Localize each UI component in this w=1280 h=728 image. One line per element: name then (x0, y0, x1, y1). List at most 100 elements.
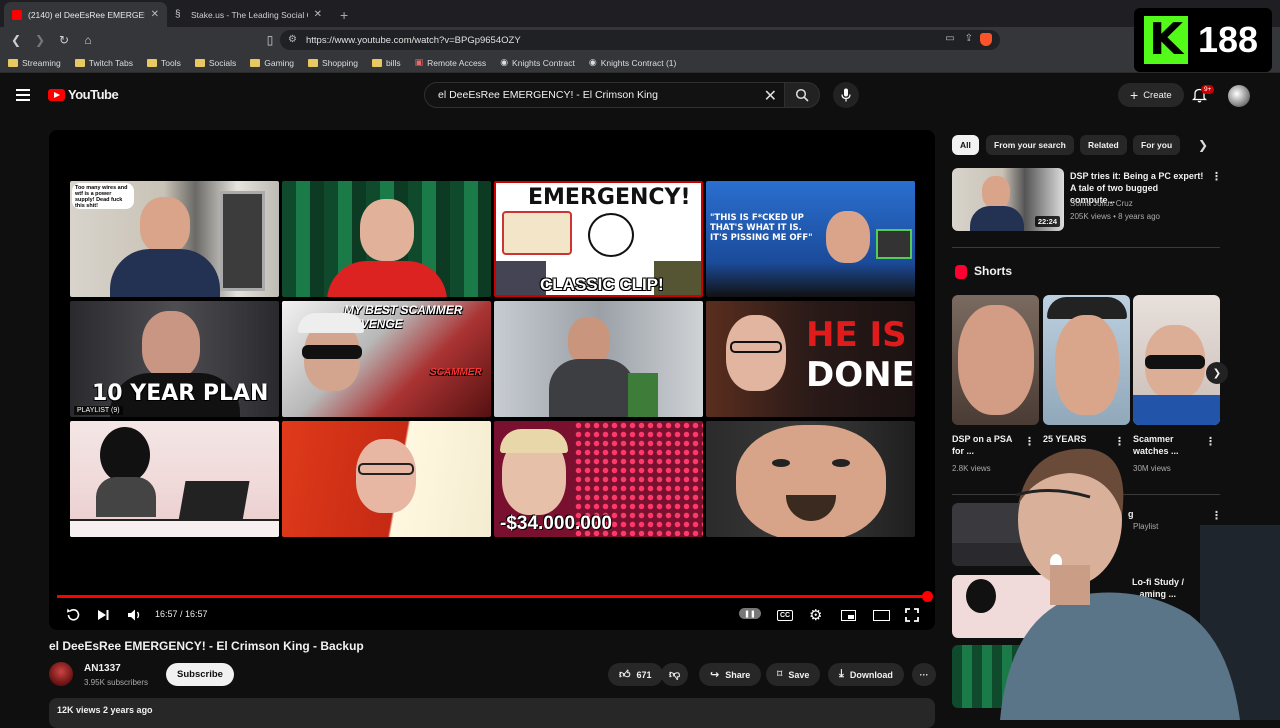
search-button[interactable] (784, 82, 820, 108)
share-button[interactable]: ↪ Share (699, 663, 762, 686)
download-button[interactable]: ⤓ Download (828, 663, 904, 686)
bookmark-knights-contract[interactable]: ◉ Knights Contract (500, 57, 575, 68)
thumbnail-green-crowd[interactable] (282, 181, 491, 297)
captions-button[interactable]: CC (777, 606, 794, 624)
bookmark-knights-contract-1[interactable]: ◉ Knights Contract (1) (589, 57, 676, 68)
subscribe-button[interactable]: Subscribe (166, 663, 234, 686)
thumbnail-emergency[interactable]: EMERGENCY! CLASSIC CLIP! (494, 181, 703, 297)
theater-mode-icon[interactable] (873, 606, 890, 624)
folder-icon (250, 58, 261, 67)
bookmark-gaming[interactable]: Gaming (250, 58, 294, 68)
plus-icon: + (1130, 87, 1139, 103)
create-button[interactable]: + Create (1118, 83, 1184, 107)
more-vertical-icon[interactable]: ⋮ (1211, 170, 1222, 183)
streamer-figure (1000, 448, 1280, 720)
thumbnail-plinko[interactable]: -$34.000.000 (494, 421, 703, 537)
channel-name[interactable]: AN1337 (84, 663, 121, 674)
views-and-date: 12K views 2 years ago (57, 705, 153, 715)
forward-button[interactable]: ❯ (30, 30, 50, 50)
thumbnail-porch[interactable] (494, 301, 703, 417)
fullscreen-icon[interactable] (905, 606, 919, 624)
short-thumbnail-3[interactable] (1133, 295, 1220, 425)
thumbnail-old-man[interactable] (282, 421, 491, 537)
cartoon-head-shape (588, 213, 634, 257)
progress-bar[interactable] (57, 591, 933, 602)
miniplayer-icon[interactable] (841, 606, 856, 624)
thumbnail-ten-year-plan[interactable]: 10 YEAR PLAN PLAYLIST (9) (70, 301, 279, 417)
shirt-shape (1133, 395, 1220, 425)
bookmarks-bar: Streaming Twitch Tabs Tools Socials Gami… (0, 53, 1280, 73)
volume-icon[interactable] (127, 606, 143, 624)
bookmark-socials[interactable]: Socials (194, 58, 236, 68)
microphone-icon (841, 88, 851, 102)
dsp-face (142, 311, 200, 379)
done-caption: DONE (806, 355, 915, 395)
video-player[interactable]: Too many wires and wtf is a power supply… (49, 130, 935, 630)
channel-avatar[interactable] (49, 662, 73, 686)
folder-icon (194, 58, 205, 67)
autoplay-toggle[interactable]: ❚❚ (739, 608, 761, 619)
chip-all[interactable]: All (952, 135, 979, 155)
menu-icon[interactable] (16, 89, 30, 101)
recommended-channel[interactable]: Soma Julius Cruz (1070, 199, 1133, 208)
next-icon[interactable] (96, 606, 110, 624)
bookmark-page-icon[interactable]: ▯ (260, 30, 280, 50)
short-title-2[interactable]: 25 YEARS (1043, 433, 1086, 445)
bookmark-tools[interactable]: Tools (147, 58, 181, 68)
bookmark-twitch-tabs[interactable]: Twitch Tabs (74, 58, 133, 68)
browser-tab-youtube[interactable]: (2140) el DeeEsRee EMERGENCY ✕ (4, 2, 167, 27)
glasses-shape (730, 341, 782, 353)
notification-count-badge: 9+ (1201, 85, 1215, 94)
bookmark-remote-access[interactable]: ▣ Remote Access (415, 57, 487, 68)
clear-search-icon[interactable]: ✕ (764, 86, 777, 106)
emergency-caption: EMERGENCY! (528, 185, 691, 210)
youtube-logo[interactable]: YouTube (48, 87, 119, 102)
save-button[interactable]: ⌑ Save (766, 663, 821, 686)
browser-tab-stake[interactable]: § Stake.us - The Leading Social Casino ✕ (167, 2, 330, 27)
close-tab-icon[interactable]: ✕ (314, 9, 322, 20)
divider (952, 247, 1220, 248)
bookmark-streaming[interactable]: Streaming (8, 58, 61, 68)
thumbnail-he-is-done[interactable]: HE IS DONE (706, 301, 915, 417)
chip-related[interactable]: Related (1080, 135, 1127, 155)
back-button[interactable]: ❮ (6, 30, 26, 50)
eye-right (832, 459, 850, 467)
shorts-next-button[interactable]: ❯ (1206, 362, 1228, 384)
close-tab-icon[interactable]: ✕ (151, 9, 159, 20)
bookmark-shopping[interactable]: Shopping (308, 58, 358, 68)
desk-shape (70, 519, 279, 537)
thumbnail-closeup[interactable] (706, 421, 915, 537)
account-avatar[interactable] (1228, 85, 1250, 107)
short-thumbnail-2[interactable] (1043, 295, 1130, 425)
chevron-right-icon[interactable]: ❯ (1198, 138, 1208, 152)
short-thumbnail-1[interactable] (952, 295, 1039, 425)
voice-search-button[interactable] (833, 82, 859, 108)
thumbnail-fucked-up[interactable]: "THIS IS F*CKED UP THAT'S WHAT IT IS. IT… (706, 181, 915, 297)
thumbnail-lofi-girl[interactable] (70, 421, 279, 537)
description-box[interactable]: 12K views 2 years ago (49, 698, 935, 728)
hair-shape (100, 427, 150, 483)
chip-for-you[interactable]: For you (1133, 135, 1181, 155)
address-bar[interactable]: ⚙ https://www.youtube.com/watch?v=BPGp96… (280, 30, 1000, 50)
new-tab-button[interactable]: + (330, 2, 358, 27)
share-page-icon[interactable]: ⇪ (965, 33, 973, 44)
recommended-video-thumbnail[interactable]: 22:24 (952, 168, 1064, 231)
bookmark-bills[interactable]: bills (371, 58, 401, 68)
brave-shield-icon[interactable] (980, 33, 992, 46)
shorts-logo-icon (955, 265, 967, 279)
like-button[interactable]: 👍︎ 671 (608, 663, 663, 686)
site-info-icon[interactable]: ⚙ (288, 34, 297, 45)
more-actions-button[interactable]: ··· (912, 663, 936, 686)
cast-icon[interactable]: ▭ (945, 33, 954, 44)
thumbnail-pc-wires[interactable]: Too many wires and wtf is a power supply… (70, 181, 279, 297)
chip-from-your-search[interactable]: From your search (986, 135, 1074, 155)
settings-gear-icon[interactable]: ⚙ (809, 606, 822, 624)
search-input[interactable]: el DeeEsRee EMERGENCY! - El Crimson King… (424, 82, 786, 108)
reload-button[interactable]: ↻ (54, 30, 74, 50)
home-button[interactable]: ⌂ (78, 30, 98, 50)
thumbnail-scammer-revenge[interactable]: MY BEST SCAMMER REVENGE SCAMMER (282, 301, 491, 417)
replay-icon[interactable] (65, 606, 81, 624)
dislike-button[interactable]: 👎︎ (661, 663, 689, 686)
streamer-webcam-overlay (990, 445, 1280, 720)
video-title: el DeeEsRee EMERGENCY! - El Crimson King… (49, 639, 364, 653)
